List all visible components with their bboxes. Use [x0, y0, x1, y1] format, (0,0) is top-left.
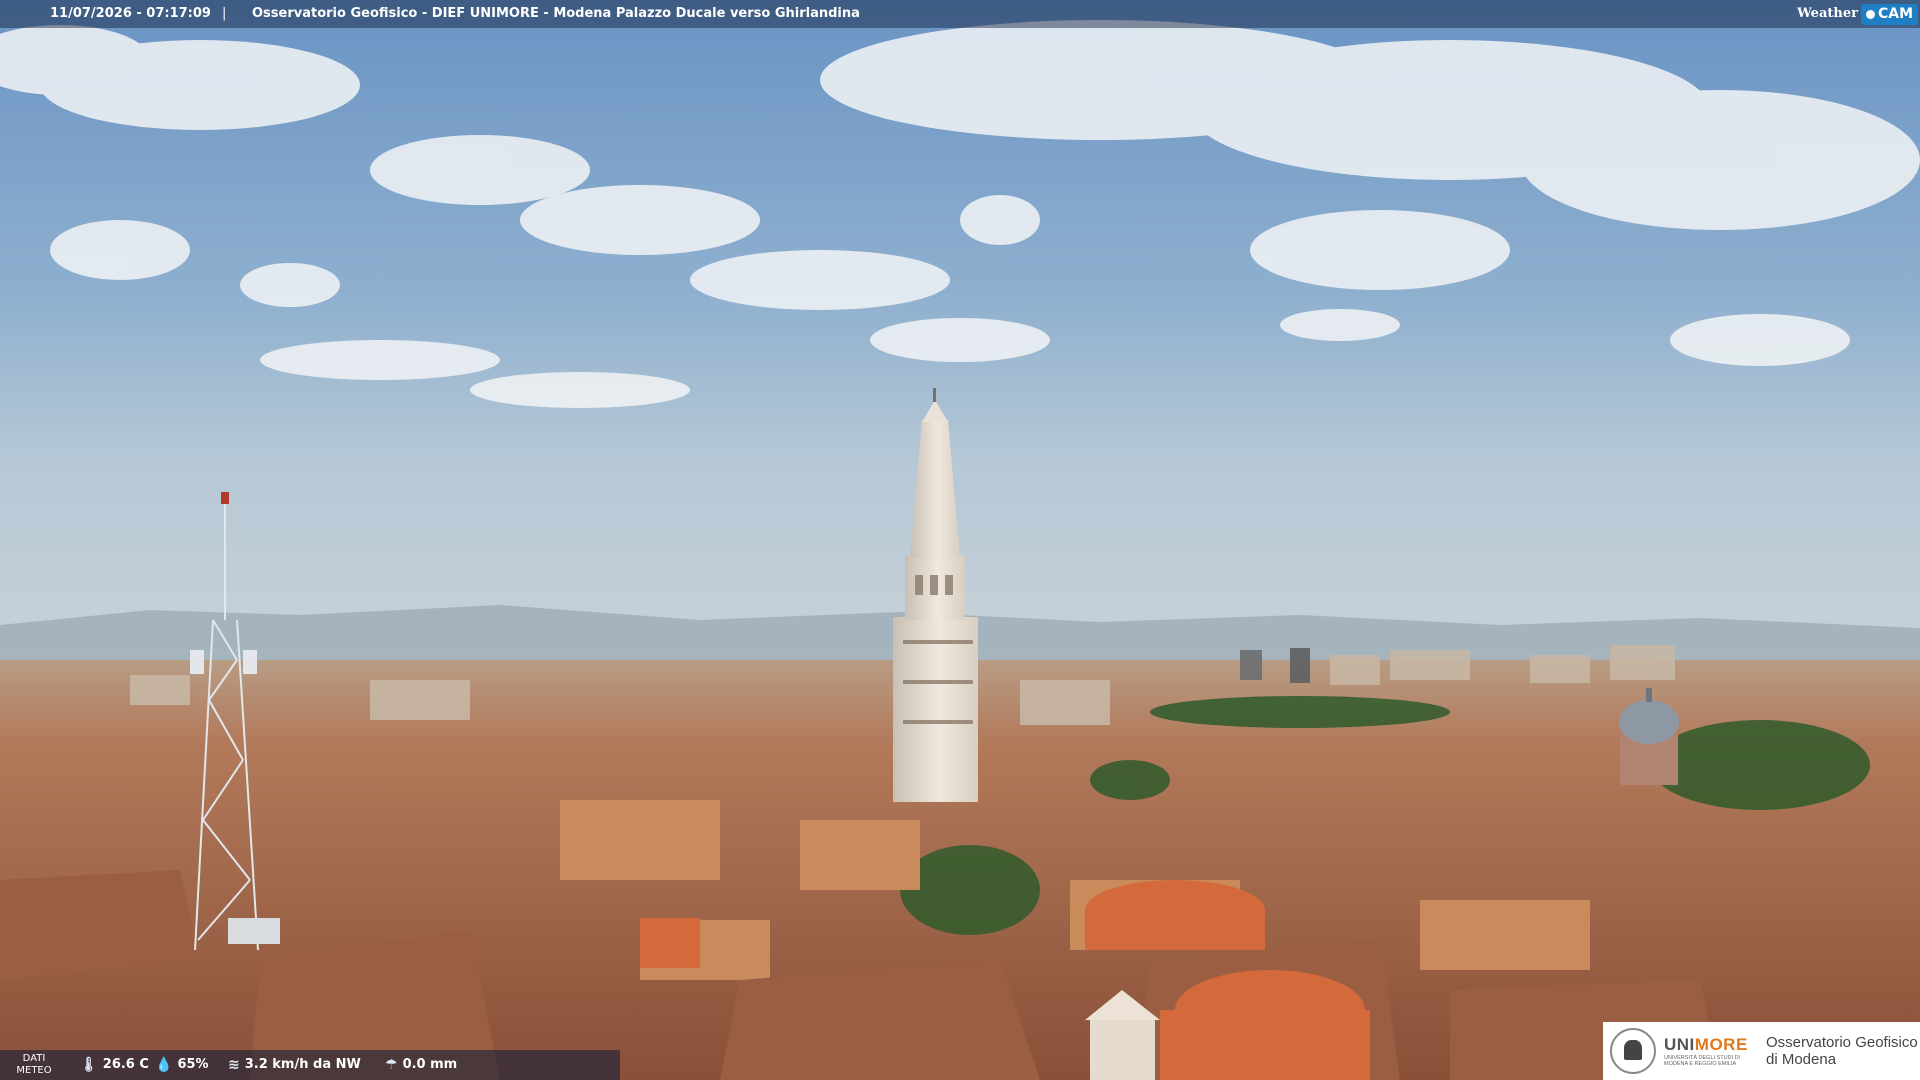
camera-caption: Osservatorio Geofisico - DIEF UNIMORE - …: [252, 6, 860, 21]
weathercam-logo: Weather CAM: [1797, 3, 1918, 25]
brand-cam-badge: CAM: [1860, 3, 1918, 25]
unimore-subtitle: UNIVERSITÀ DEGLI STUDI DI MODENA E REGGI…: [1664, 1055, 1741, 1067]
meteo-label: DATI METEO: [8, 1053, 60, 1077]
weather-data-bar: DATI METEO 🌡 26.6 C 💧 65% ≋ 3.2 km/h da …: [0, 1050, 620, 1080]
meteo-label-line1: DATI: [22, 1053, 46, 1064]
brand-weather-text: Weather: [1797, 6, 1858, 21]
observatory-name-line2: di Modena: [1766, 1051, 1837, 1068]
unimore-wordmark: UNIMORE UNIVERSITÀ DEGLI STUDI DI MODENA…: [1664, 1035, 1754, 1067]
drop-icon: 💧: [155, 1057, 173, 1073]
wind-reading: ≋ 3.2 km/h da NW: [228, 1050, 361, 1080]
observatory-logo: UNIMORE UNIVERSITÀ DEGLI STUDI DI MODENA…: [1603, 1022, 1920, 1080]
observatory-name: Osservatorio Geofisico di Modena: [1766, 1034, 1918, 1068]
thermometer-icon: 🌡: [80, 1057, 98, 1073]
temperature-value: 26.6 C: [102, 1057, 149, 1072]
university-seal-icon: [1610, 1028, 1656, 1074]
overlay-header: 11/07/2026 - 07:17:09 | Osservatorio Geo…: [0, 0, 1920, 28]
humidity-reading: 💧 65%: [155, 1050, 209, 1080]
rain-value: 0.0 mm: [402, 1057, 458, 1072]
meteo-label-line2: METEO: [16, 1065, 52, 1076]
header-separator: |: [222, 6, 227, 21]
unimore-prefix: UNI: [1664, 1035, 1695, 1054]
brand-cam-text: CAM: [1877, 5, 1913, 22]
rain-reading: ☂ 0.0 mm: [385, 1050, 457, 1080]
humidity-value: 65%: [177, 1057, 209, 1072]
timestamp: 11/07/2026 - 07:17:09: [50, 6, 211, 21]
observatory-name-line1: Osservatorio Geofisico: [1766, 1034, 1918, 1051]
umbrella-icon: ☂: [385, 1057, 398, 1073]
camera-lens-icon: [1865, 9, 1875, 19]
wind-value: 3.2 km/h da NW: [244, 1057, 361, 1072]
temperature-reading: 🌡 26.6 C: [80, 1050, 149, 1080]
webcam-scene: [0, 0, 1920, 1080]
unimore-suffix: MORE: [1694, 1035, 1748, 1054]
wind-icon: ≋: [228, 1057, 240, 1073]
